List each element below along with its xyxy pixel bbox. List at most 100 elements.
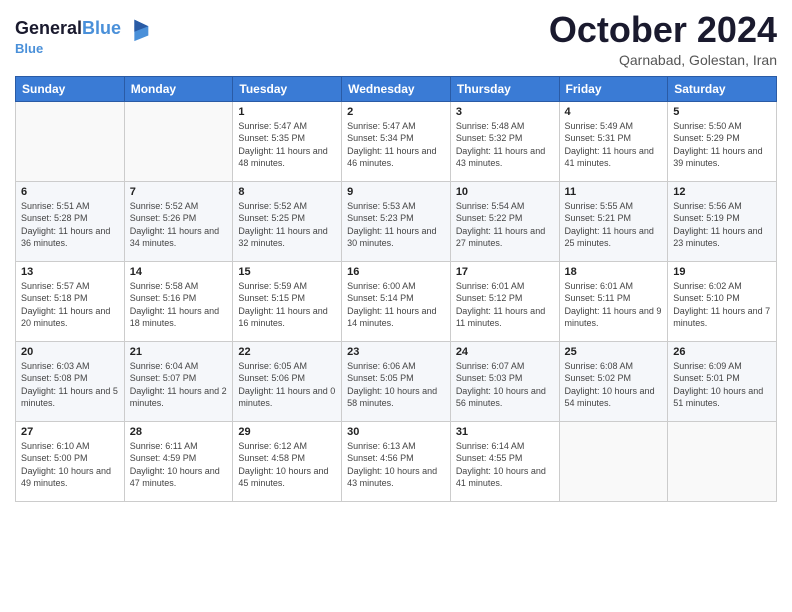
sunrise-text: Sunrise: 5:48 AM (456, 121, 525, 131)
daylight-text: Daylight: 10 hours and 43 minutes. (347, 466, 437, 489)
day-number: 5 (673, 106, 771, 118)
sunrise-text: Sunrise: 5:53 AM (347, 201, 416, 211)
cell-week3-day3: 15 Sunrise: 5:59 AM Sunset: 5:15 PM Dayl… (233, 261, 342, 341)
sunset-text: Sunset: 5:29 PM (673, 133, 740, 143)
sunrise-text: Sunrise: 6:01 AM (565, 281, 634, 291)
cell-week4-day1: 20 Sunrise: 6:03 AM Sunset: 5:08 PM Dayl… (16, 341, 125, 421)
sunset-text: Sunset: 5:14 PM (347, 293, 414, 303)
sunset-text: Sunset: 5:10 PM (673, 293, 740, 303)
day-number: 11 (565, 186, 663, 198)
sunset-text: Sunset: 5:00 PM (21, 453, 88, 463)
cell-week2-day2: 7 Sunrise: 5:52 AM Sunset: 5:26 PM Dayli… (124, 181, 233, 261)
sunrise-text: Sunrise: 6:08 AM (565, 361, 634, 371)
day-number: 25 (565, 346, 663, 358)
sunrise-text: Sunrise: 5:59 AM (238, 281, 307, 291)
daylight-text: Daylight: 11 hours and 20 minutes. (21, 306, 110, 329)
sunset-text: Sunset: 5:28 PM (21, 213, 88, 223)
daylight-text: Daylight: 11 hours and 48 minutes. (238, 146, 327, 169)
cell-week5-day4: 30 Sunrise: 6:13 AM Sunset: 4:56 PM Dayl… (342, 421, 451, 501)
sunset-text: Sunset: 5:25 PM (238, 213, 305, 223)
sunrise-text: Sunrise: 5:47 AM (238, 121, 307, 131)
cell-week4-day3: 22 Sunrise: 6:05 AM Sunset: 5:06 PM Dayl… (233, 341, 342, 421)
sunrise-text: Sunrise: 6:05 AM (238, 361, 307, 371)
cell-week4-day6: 25 Sunrise: 6:08 AM Sunset: 5:02 PM Dayl… (559, 341, 668, 421)
day-number: 23 (347, 346, 445, 358)
day-number: 15 (238, 266, 336, 278)
daylight-text: Daylight: 10 hours and 41 minutes. (456, 466, 546, 489)
sunset-text: Sunset: 5:01 PM (673, 373, 740, 383)
logo-text-block: GeneralBlue Blue (15, 15, 153, 56)
day-number: 31 (456, 426, 554, 438)
logo-blue: Blue (82, 18, 121, 38)
day-number: 1 (238, 106, 336, 118)
sunrise-text: Sunrise: 5:51 AM (21, 201, 90, 211)
sunset-text: Sunset: 4:55 PM (456, 453, 523, 463)
sunset-text: Sunset: 5:31 PM (565, 133, 632, 143)
cell-week4-day4: 23 Sunrise: 6:06 AM Sunset: 5:05 PM Dayl… (342, 341, 451, 421)
daylight-text: Daylight: 10 hours and 49 minutes. (21, 466, 111, 489)
sunset-text: Sunset: 5:15 PM (238, 293, 305, 303)
th-wednesday: Wednesday (342, 76, 451, 101)
daylight-text: Daylight: 11 hours and 14 minutes. (347, 306, 436, 329)
sunrise-text: Sunrise: 6:02 AM (673, 281, 742, 291)
sunset-text: Sunset: 4:56 PM (347, 453, 414, 463)
cell-week2-day4: 9 Sunrise: 5:53 AM Sunset: 5:23 PM Dayli… (342, 181, 451, 261)
cell-week2-day1: 6 Sunrise: 5:51 AM Sunset: 5:28 PM Dayli… (16, 181, 125, 261)
day-number: 7 (130, 186, 228, 198)
daylight-text: Daylight: 11 hours and 25 minutes. (565, 226, 654, 249)
cell-week1-day3: 1 Sunrise: 5:47 AM Sunset: 5:35 PM Dayli… (233, 101, 342, 181)
daylight-text: Daylight: 10 hours and 47 minutes. (130, 466, 220, 489)
day-number: 24 (456, 346, 554, 358)
daylight-text: Daylight: 11 hours and 9 minutes. (565, 306, 662, 329)
sunrise-text: Sunrise: 5:47 AM (347, 121, 416, 131)
day-number: 19 (673, 266, 771, 278)
daylight-text: Daylight: 11 hours and 18 minutes. (130, 306, 219, 329)
daylight-text: Daylight: 11 hours and 30 minutes. (347, 226, 436, 249)
sunrise-text: Sunrise: 5:54 AM (456, 201, 525, 211)
day-number: 9 (347, 186, 445, 198)
cell-week1-day4: 2 Sunrise: 5:47 AM Sunset: 5:34 PM Dayli… (342, 101, 451, 181)
sunrise-text: Sunrise: 6:00 AM (347, 281, 416, 291)
sunrise-text: Sunrise: 6:11 AM (130, 441, 198, 451)
cell-week5-day2: 28 Sunrise: 6:11 AM Sunset: 4:59 PM Dayl… (124, 421, 233, 501)
cell-week2-day6: 11 Sunrise: 5:55 AM Sunset: 5:21 PM Dayl… (559, 181, 668, 261)
calendar-container: GeneralBlue Blue October 2024 Qarnabad, … (0, 0, 792, 512)
cell-week1-day6: 4 Sunrise: 5:49 AM Sunset: 5:31 PM Dayli… (559, 101, 668, 181)
cell-week4-day7: 26 Sunrise: 6:09 AM Sunset: 5:01 PM Dayl… (668, 341, 777, 421)
cell-week5-day3: 29 Sunrise: 6:12 AM Sunset: 4:58 PM Dayl… (233, 421, 342, 501)
sunrise-text: Sunrise: 5:49 AM (565, 121, 634, 131)
th-tuesday: Tuesday (233, 76, 342, 101)
daylight-text: Daylight: 11 hours and 5 minutes. (21, 386, 118, 409)
cell-week3-day7: 19 Sunrise: 6:02 AM Sunset: 5:10 PM Dayl… (668, 261, 777, 341)
sunset-text: Sunset: 5:12 PM (456, 293, 523, 303)
daylight-text: Daylight: 11 hours and 11 minutes. (456, 306, 545, 329)
week-row-5: 27 Sunrise: 6:10 AM Sunset: 5:00 PM Dayl… (16, 421, 777, 501)
th-friday: Friday (559, 76, 668, 101)
daylight-text: Daylight: 11 hours and 27 minutes. (456, 226, 545, 249)
week-row-3: 13 Sunrise: 5:57 AM Sunset: 5:18 PM Dayl… (16, 261, 777, 341)
logo-line2-text: Blue (15, 41, 153, 56)
sunset-text: Sunset: 5:35 PM (238, 133, 305, 143)
day-number: 28 (130, 426, 228, 438)
day-number: 17 (456, 266, 554, 278)
daylight-text: Daylight: 11 hours and 43 minutes. (456, 146, 545, 169)
sunrise-text: Sunrise: 6:14 AM (456, 441, 525, 451)
day-number: 29 (238, 426, 336, 438)
sunrise-text: Sunrise: 5:56 AM (673, 201, 742, 211)
day-number: 6 (21, 186, 119, 198)
sunrise-text: Sunrise: 6:09 AM (673, 361, 742, 371)
sunrise-text: Sunrise: 5:50 AM (673, 121, 742, 131)
cell-week1-day1 (16, 101, 125, 181)
header-row: Sunday Monday Tuesday Wednesday Thursday… (16, 76, 777, 101)
sunset-text: Sunset: 5:23 PM (347, 213, 414, 223)
daylight-text: Daylight: 11 hours and 16 minutes. (238, 306, 327, 329)
cell-week5-day6 (559, 421, 668, 501)
daylight-text: Daylight: 11 hours and 0 minutes. (238, 386, 335, 409)
day-number: 4 (565, 106, 663, 118)
sunset-text: Sunset: 5:22 PM (456, 213, 523, 223)
sunrise-text: Sunrise: 5:52 AM (238, 201, 307, 211)
daylight-text: Daylight: 11 hours and 41 minutes. (565, 146, 654, 169)
cell-week4-day5: 24 Sunrise: 6:07 AM Sunset: 5:03 PM Dayl… (450, 341, 559, 421)
cell-week2-day3: 8 Sunrise: 5:52 AM Sunset: 5:25 PM Dayli… (233, 181, 342, 261)
day-number: 3 (456, 106, 554, 118)
